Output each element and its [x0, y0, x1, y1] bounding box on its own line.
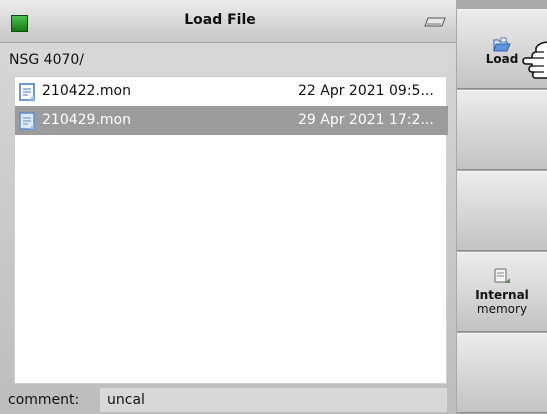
internal-memory-label-line1: Internal — [475, 288, 529, 302]
title-bar: Load File — [0, 0, 456, 43]
softkey-5[interactable] — [457, 333, 547, 413]
internal-memory-label-line2: memory — [476, 302, 528, 316]
softkey-2[interactable] — [457, 90, 547, 170]
current-path-text: NSG 4070/ — [9, 52, 85, 68]
document-icon — [19, 112, 35, 130]
softkey-3[interactable] — [457, 171, 547, 251]
storage-drive-icon — [424, 17, 446, 27]
load-softkey[interactable]: Load — [457, 9, 547, 89]
comment-label: comment: — [8, 392, 80, 408]
load-file-screen: Load File NSG 4070/ 210422.mon 22 Apr 20… — [0, 0, 547, 414]
window-title: Load File — [184, 12, 256, 28]
comment-field[interactable]: uncal — [100, 388, 447, 412]
file-list[interactable]: 210422.mon 22 Apr 2021 09:5... 210429.mo… — [14, 76, 448, 384]
load-softkey-label: Load — [485, 52, 519, 66]
comment-bar: comment: uncal — [8, 388, 447, 412]
current-path: NSG 4070/ — [8, 49, 447, 71]
file-name: 210422.mon — [42, 83, 131, 99]
file-name: 210429.mon — [42, 112, 131, 128]
open-folder-icon — [493, 37, 511, 52]
file-date: 22 Apr 2021 09:5... — [298, 83, 434, 99]
file-row-selected[interactable]: 210429.mon 29 Apr 2021 17:2... — [15, 106, 448, 135]
softkey-panel: Load Internal memory — [456, 0, 547, 414]
file-date: 29 Apr 2021 17:2... — [298, 112, 434, 128]
internal-memory-softkey[interactable]: Internal memory — [457, 252, 547, 332]
file-row[interactable]: 210422.mon 22 Apr 2021 09:5... — [15, 77, 448, 106]
memory-storage-icon — [494, 268, 510, 283]
document-icon — [19, 83, 35, 101]
